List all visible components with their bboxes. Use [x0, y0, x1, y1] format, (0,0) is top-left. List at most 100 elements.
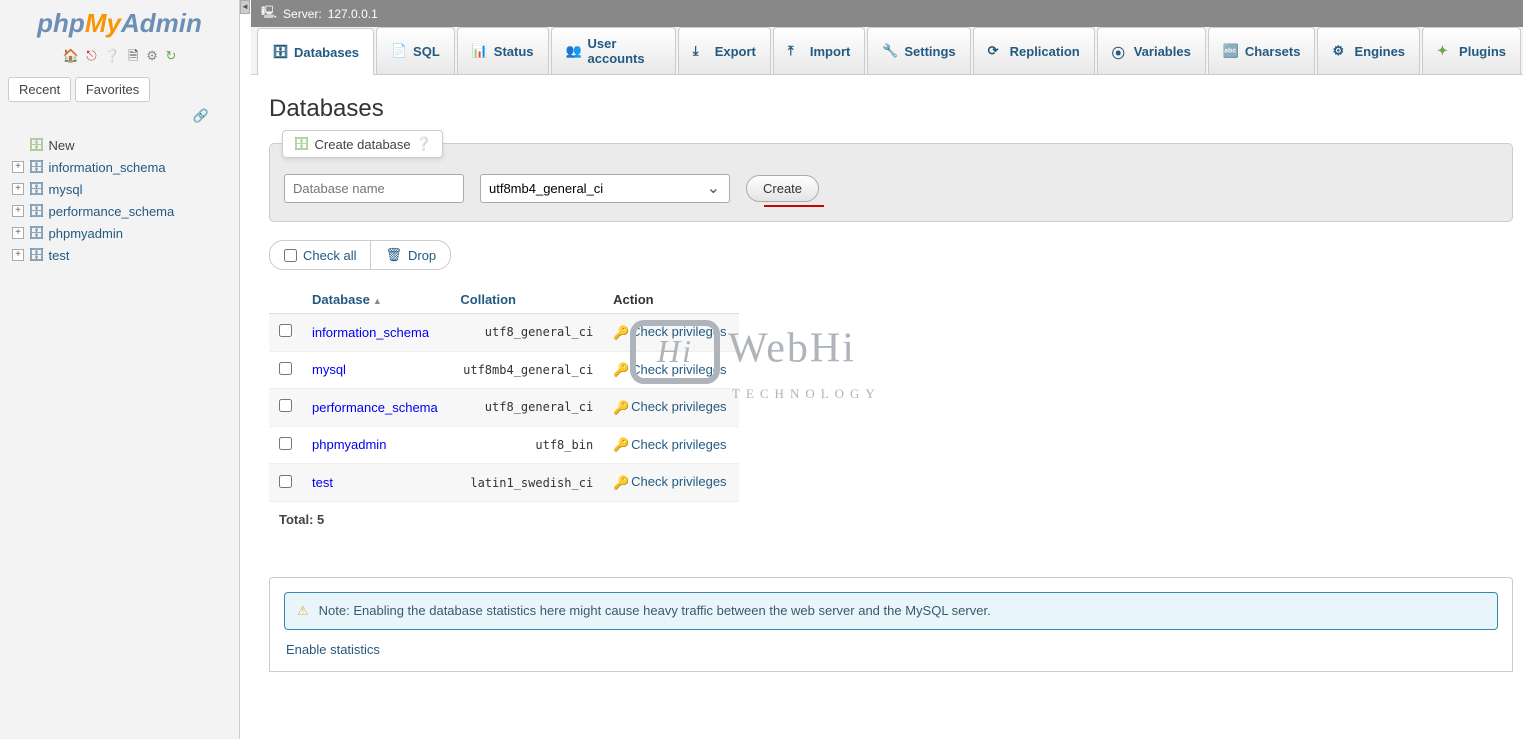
tab-databases[interactable]: 🗄 Databases [257, 28, 374, 75]
sql-icon: 📄 [391, 43, 407, 59]
row-checkbox[interactable] [279, 475, 292, 488]
create-database-panel: 🗄 Create database ❔ utf8mb4_general_ci C… [269, 143, 1513, 222]
row-checkbox[interactable] [279, 362, 292, 375]
tab-label: Databases [294, 45, 359, 60]
sort-asc-icon: ▲ [373, 296, 382, 306]
collation-cell: utf8mb4_general_ci [450, 351, 603, 389]
tab-export[interactable]: ⤓Export [678, 27, 771, 74]
expand-icon[interactable]: + [12, 205, 24, 217]
database-name-input[interactable] [284, 174, 464, 203]
check-privileges-link[interactable]: Check privileges [631, 399, 726, 414]
database-link[interactable]: information_schema [312, 325, 429, 340]
sql-icon[interactable]: 🗎 [128, 47, 138, 69]
header-database[interactable]: Database▲ [302, 286, 450, 314]
expand-icon[interactable]: + [12, 161, 24, 173]
database-icon: 🗄 [28, 225, 45, 241]
check-privileges-link[interactable]: Check privileges [631, 437, 726, 452]
tree-item-phpmyadmin[interactable]: + 🗄 phpmyadmin [12, 222, 227, 244]
table-row: information_schemautf8_general_ci🔑Check … [269, 314, 739, 352]
databases-icon: 🗄 [272, 44, 288, 60]
help-icon[interactable]: ❔ [416, 136, 432, 152]
tree-item-performance-schema[interactable]: + 🗄 performance_schema [12, 200, 227, 222]
reload-icon[interactable]: ↻ [166, 48, 177, 64]
new-db-icon: 🗄 [28, 137, 45, 153]
expand-icon[interactable]: + [12, 249, 24, 261]
favorites-tab[interactable]: Favorites [75, 77, 150, 102]
drop-button[interactable]: 🗑 Drop [371, 240, 451, 270]
docs-icon[interactable]: ❔ [104, 48, 120, 64]
tab-variables[interactable]: ⦿Variables [1097, 27, 1206, 74]
server-breadcrumb[interactable]: 🖳 Server: 127.0.0.1 [251, 0, 1523, 27]
database-link[interactable]: phpmyadmin [312, 437, 386, 452]
tree-new[interactable]: 🗄 New [12, 134, 227, 156]
table-row: testlatin1_swedish_ci🔑Check privileges [269, 464, 739, 502]
settings-icon[interactable]: ⚙ [146, 48, 158, 64]
database-icon: 🗄 [28, 247, 45, 263]
wrench-icon: 🔧 [882, 43, 898, 59]
tree-item-mysql[interactable]: + 🗄 mysql [12, 178, 227, 200]
collation-select[interactable]: utf8mb4_general_ci [480, 174, 730, 203]
header-collation[interactable]: Collation [450, 286, 603, 314]
total-count: 5 [317, 512, 324, 527]
expand-icon[interactable]: + [12, 227, 24, 239]
database-link[interactable]: performance_schema [312, 400, 438, 415]
expand-icon[interactable]: + [12, 183, 24, 195]
db-tree: 🗄 New + 🗄 information_schema + 🗄 mysql +… [0, 130, 239, 270]
tab-import[interactable]: ⤒Import [773, 27, 865, 74]
total-label: Total: [279, 512, 313, 527]
home-icon[interactable]: 🏠 [63, 48, 79, 64]
check-privileges-link[interactable]: Check privileges [631, 362, 726, 377]
check-privileges-link[interactable]: Check privileges [631, 474, 726, 489]
collapse-link-icon[interactable]: 🔗 [0, 106, 239, 130]
privileges-icon: 🔑 [613, 437, 627, 453]
tree-label: information_schema [49, 160, 166, 175]
tab-settings[interactable]: 🔧Settings [867, 27, 970, 74]
check-all-button[interactable]: Check all [269, 240, 371, 270]
logo[interactable]: phpMyAdmin [0, 0, 239, 43]
tab-sql[interactable]: 📄SQL [376, 27, 455, 74]
tree-label: phpmyadmin [49, 226, 123, 241]
collation-cell: utf8_bin [450, 426, 603, 464]
nav-icons: 🏠 ⎋ ❔ 🗎 ⚙ ↻ [0, 43, 239, 73]
check-privileges-link[interactable]: Check privileges [631, 324, 726, 339]
create-button[interactable]: Create [746, 175, 819, 202]
enable-statistics-link[interactable]: Enable statistics [284, 640, 380, 661]
collation-cell: latin1_swedish_ci [450, 464, 603, 502]
tree-item-information-schema[interactable]: + 🗄 information_schema [12, 156, 227, 178]
add-database-icon: 🗄 [293, 136, 310, 152]
tab-status[interactable]: 📊Status [457, 27, 549, 74]
database-link[interactable]: test [312, 475, 333, 490]
notice-message: ⚠ Note: Enabling the database statistics… [284, 592, 1498, 630]
tab-label: Engines [1354, 44, 1405, 59]
tab-charsets[interactable]: 🔤Charsets [1208, 27, 1316, 74]
databases-table: Database▲ Collation Action information_s… [269, 286, 739, 502]
logo-my: My [85, 8, 121, 38]
tree-item-test[interactable]: + 🗄 test [12, 244, 227, 266]
tab-label: Plugins [1459, 44, 1506, 59]
drop-label: Drop [408, 248, 436, 263]
tab-replication[interactable]: ⟳Replication [973, 27, 1095, 74]
tree-label: mysql [49, 182, 83, 197]
bulk-actions: Check all 🗑 Drop [269, 240, 1513, 270]
create-database-legend: 🗄 Create database ❔ [282, 130, 443, 158]
create-database-form: utf8mb4_general_ci Create [284, 174, 1498, 203]
server-label: Server: [283, 7, 322, 21]
tab-label: User accounts [588, 36, 661, 66]
table-row: mysql utf8mb4_general_ci 🔑 Check privileges [269, 351, 739, 389]
tab-user-accounts[interactable]: 👥User accounts [551, 27, 676, 74]
check-all-label: Check all [303, 248, 356, 263]
variables-icon: ⦿ [1112, 43, 1128, 59]
tab-engines[interactable]: ⚙Engines [1317, 27, 1420, 74]
database-link[interactable]: mysql [312, 362, 346, 377]
table-row: performance_schemautf8_general_ci🔑Check … [269, 389, 739, 427]
check-all-checkbox[interactable] [284, 249, 297, 262]
table-row: phpmyadmin utf8_bin 🔑 Check privileges [269, 426, 739, 464]
privileges-icon: 🔑 [613, 362, 627, 378]
sidebar-collapse-handle[interactable]: ◄ [240, 0, 250, 14]
row-checkbox[interactable] [279, 437, 292, 450]
row-checkbox[interactable] [279, 324, 292, 337]
row-checkbox[interactable] [279, 399, 292, 412]
tab-plugins[interactable]: ✦Plugins [1422, 27, 1521, 74]
recent-tab[interactable]: Recent [8, 77, 71, 102]
exit-icon[interactable]: ⎋ [86, 48, 96, 64]
